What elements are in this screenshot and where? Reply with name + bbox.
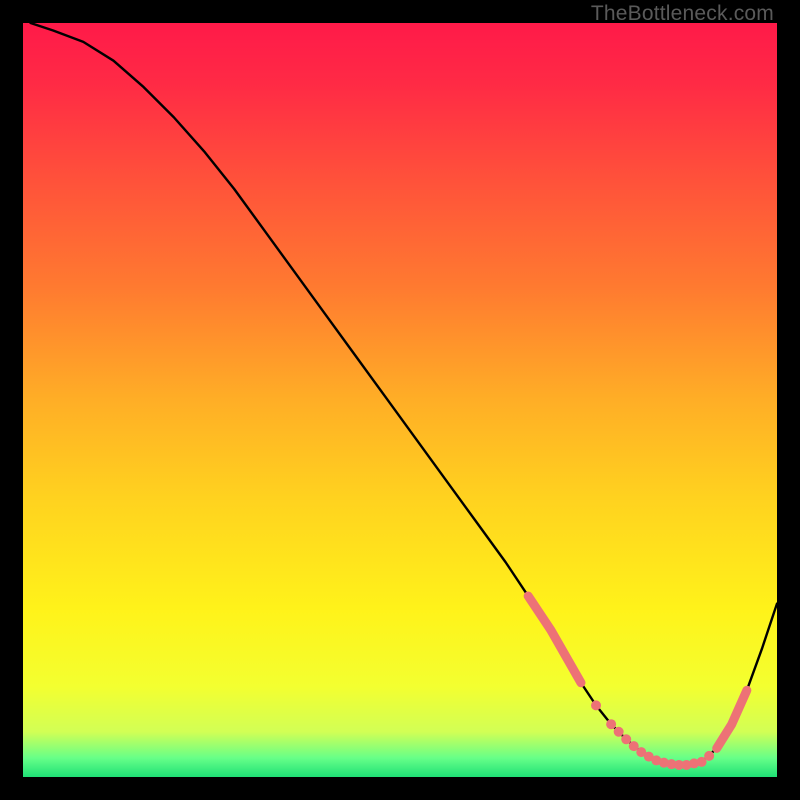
trough-point bbox=[591, 700, 601, 710]
chart-frame bbox=[23, 23, 777, 777]
trough-point bbox=[621, 734, 631, 744]
trough-point bbox=[606, 719, 616, 729]
trough-point bbox=[704, 751, 714, 761]
chart-svg bbox=[23, 23, 777, 777]
watermark-text: TheBottleneck.com bbox=[591, 2, 774, 26]
chart-background bbox=[23, 23, 777, 777]
trough-point bbox=[614, 727, 624, 737]
